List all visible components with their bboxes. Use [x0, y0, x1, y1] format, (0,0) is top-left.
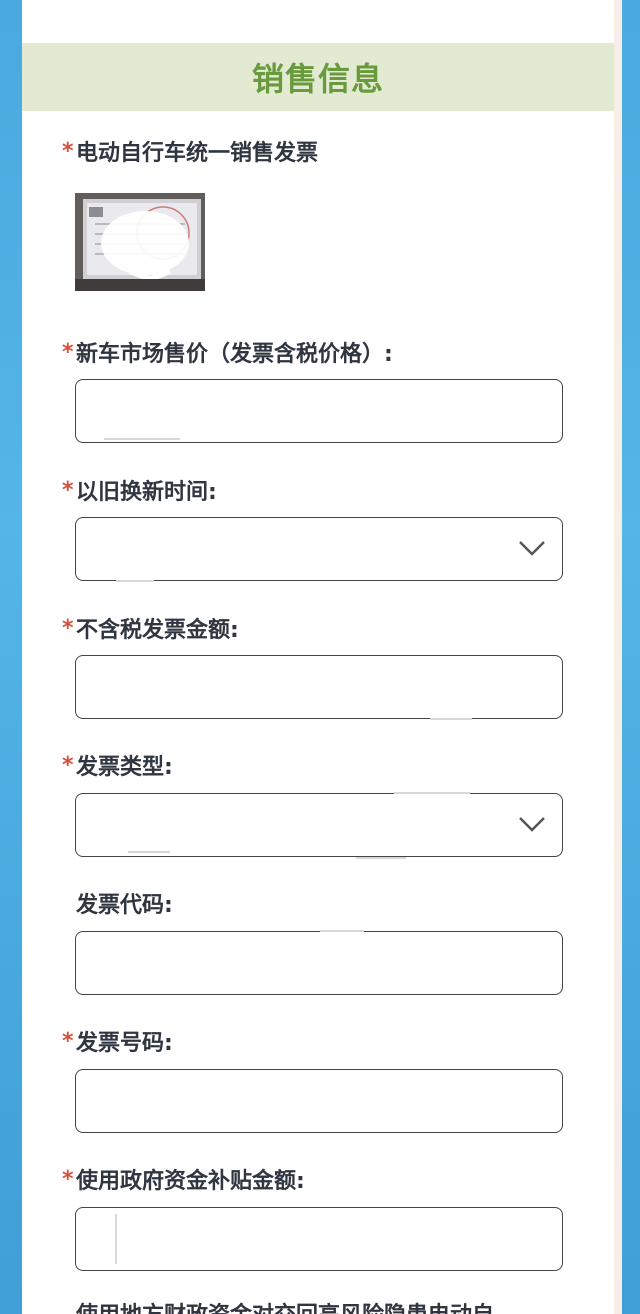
required-mark: *: [62, 138, 74, 164]
section-header: 销售信息: [22, 43, 614, 111]
redaction-mark: [320, 930, 364, 932]
field-label-row: * 电动自行车统一销售发票: [62, 136, 319, 167]
field-label-row: * 新车市场售价（发票含税价格）:: [62, 337, 393, 368]
tradein-time-value[interactable]: [76, 518, 562, 580]
required-mark: *: [62, 477, 74, 503]
field-label: 新车市场售价（发票含税价格）:: [76, 342, 393, 367]
invoice-code-input[interactable]: [75, 931, 563, 995]
invoice-code-field[interactable]: [76, 932, 562, 994]
chevron-down-icon[interactable]: [518, 816, 546, 832]
redaction-mark: [394, 792, 470, 794]
required-mark: *: [62, 339, 74, 365]
field-label: 使用政府资金补贴金额:: [76, 1169, 305, 1194]
chevron-down-icon[interactable]: [518, 540, 546, 556]
section-title: 销售信息: [251, 60, 384, 98]
field-label-row: * 发票号码:: [62, 1026, 173, 1057]
field-label-row: * 发票类型:: [62, 750, 173, 781]
field-label: 发票代码:: [76, 893, 173, 918]
invoice-number-field[interactable]: [76, 1070, 562, 1132]
field-label: 不含税发票金额:: [76, 618, 239, 643]
invoice-type-value[interactable]: [76, 794, 562, 856]
required-mark: *: [62, 1166, 74, 1192]
truncated-field-label: 使用地方财政资金对交回高风险隐患电动自: [76, 1296, 494, 1314]
redaction-mark: [104, 438, 180, 440]
field-label-row: * 不含税发票金额:: [62, 613, 239, 644]
field-label-row: * 以旧换新时间:: [62, 475, 217, 506]
invoice-type-select[interactable]: [75, 793, 563, 857]
field-label-row: * 使用政府资金补贴金额:: [62, 1164, 305, 1195]
required-mark: *: [62, 615, 74, 641]
right-edge-strip: [614, 0, 622, 1314]
field-label: 发票号码:: [76, 1031, 173, 1056]
redaction-mark: [356, 857, 406, 859]
tax-free-amount-field[interactable]: [76, 656, 562, 718]
field-label-row: 发票代码:: [62, 888, 173, 918]
tax-free-amount-input[interactable]: [75, 655, 563, 719]
invoice-photo-thumbnail[interactable]: [75, 193, 205, 291]
required-mark: *: [62, 1028, 74, 1054]
field-label: 电动自行车统一销售发票: [76, 141, 319, 166]
redaction-mark: [128, 851, 170, 853]
redaction-mark: [430, 718, 472, 720]
field-label: 以旧换新时间:: [76, 480, 217, 505]
market-price-field[interactable]: [76, 380, 562, 442]
field-label: 发票类型:: [76, 755, 173, 780]
redaction-mark: [116, 580, 154, 582]
tradein-time-select[interactable]: [75, 517, 563, 581]
subsidy-amount-field[interactable]: [76, 1208, 562, 1270]
subsidy-amount-input[interactable]: [75, 1207, 563, 1271]
required-mark: *: [62, 752, 74, 778]
invoice-number-input[interactable]: [75, 1069, 563, 1133]
market-price-input[interactable]: [75, 379, 563, 443]
redaction-mark: [115, 1214, 117, 1264]
form-card: 销售信息 * 电动自行车统一销售发票 * 新车市场售价（发票含税价格）: * 以…: [22, 0, 614, 1314]
